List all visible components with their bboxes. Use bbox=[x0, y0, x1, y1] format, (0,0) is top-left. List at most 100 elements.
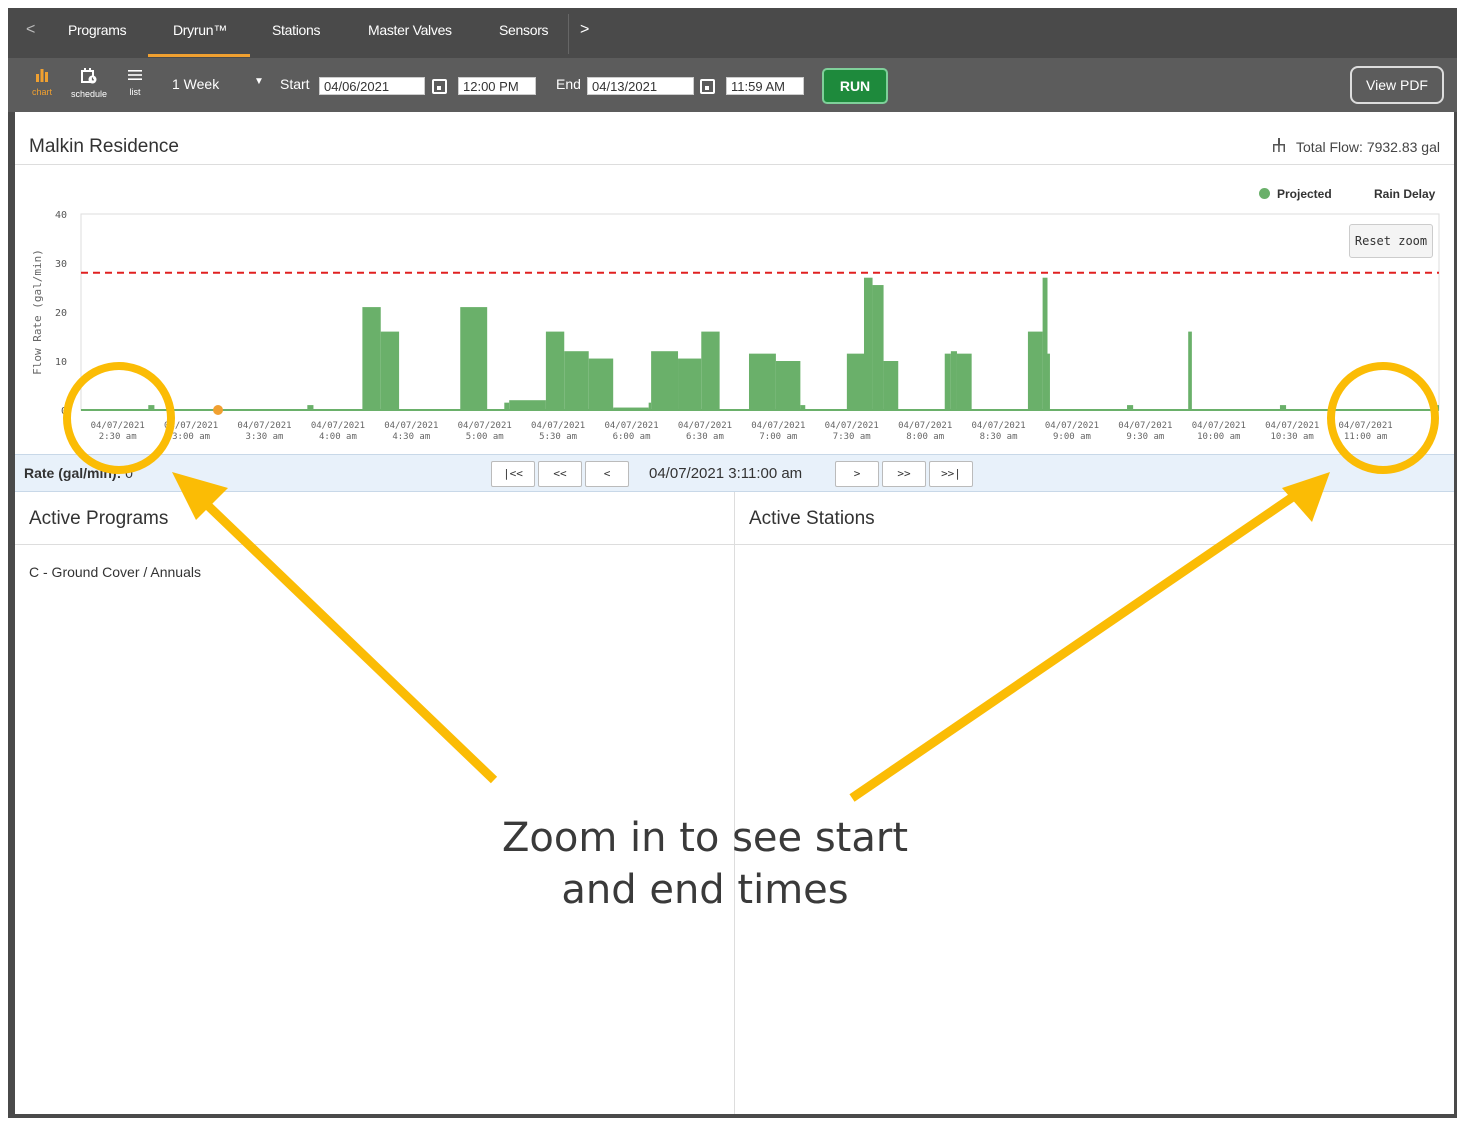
total-flow: Total Flow: 7932.83 gal bbox=[1272, 138, 1440, 155]
chart-bar bbox=[509, 400, 546, 410]
rate-label-text: Rate (gal/min): bbox=[24, 465, 122, 481]
x-tick-date: 04/07/2021 bbox=[237, 421, 291, 431]
x-tick-time: 7:30 am bbox=[833, 432, 871, 442]
chart-bar bbox=[613, 407, 649, 410]
y-tick-label: 30 bbox=[55, 259, 67, 270]
x-tick-date: 04/07/2021 bbox=[91, 421, 145, 431]
chart-bar bbox=[588, 358, 614, 410]
x-tick-time: 3:30 am bbox=[246, 432, 284, 442]
y-tick-label: 20 bbox=[55, 308, 67, 319]
tab-bar: < Programs Dryrun™ Stations Master Valve… bbox=[8, 8, 1457, 58]
x-tick-time: 9:00 am bbox=[1053, 432, 1091, 442]
x-tick-time: 8:30 am bbox=[980, 432, 1018, 442]
nav-forward-button[interactable]: > bbox=[835, 461, 879, 487]
annotation-line-2: and end times bbox=[561, 867, 849, 913]
x-tick-time: 8:00 am bbox=[906, 432, 944, 442]
x-tick-date: 04/07/2021 bbox=[825, 421, 879, 431]
y-tick-label: 0 bbox=[61, 406, 67, 417]
active-tab-indicator bbox=[148, 54, 250, 57]
site-title: Malkin Residence bbox=[29, 136, 179, 157]
tab-sensors[interactable]: Sensors bbox=[499, 22, 549, 38]
x-tick-time: 4:30 am bbox=[392, 432, 430, 442]
x-tick-date: 04/07/2021 bbox=[971, 421, 1025, 431]
tab-programs[interactable]: Programs bbox=[68, 22, 127, 38]
legend-projected[interactable]: Projected bbox=[1259, 187, 1332, 201]
x-tick-time: 4:00 am bbox=[319, 432, 357, 442]
chart-bar bbox=[863, 277, 873, 410]
flow-tree-icon bbox=[1272, 138, 1290, 155]
chart-bar bbox=[846, 353, 864, 410]
legend-projected-label: Projected bbox=[1277, 187, 1332, 201]
bar-chart-icon bbox=[22, 68, 62, 87]
list-item[interactable]: C - Ground Cover / Annuals bbox=[29, 564, 201, 580]
x-tick-date: 04/07/2021 bbox=[604, 421, 658, 431]
toolbar: chart schedule list 1 Week ▼ Start 04/06… bbox=[8, 58, 1457, 112]
schedule-view-button[interactable]: schedule bbox=[69, 68, 109, 99]
tabs-next-icon[interactable]: > bbox=[580, 21, 589, 39]
chart-bar bbox=[944, 353, 951, 410]
chart-bar bbox=[872, 285, 884, 410]
start-date-field[interactable]: 04/06/2021 bbox=[319, 77, 425, 95]
list-icon bbox=[115, 68, 155, 87]
x-tick-time: 10:30 am bbox=[1271, 432, 1314, 442]
x-tick-date: 04/07/2021 bbox=[898, 421, 952, 431]
legend-rain-delay[interactable]: Rain Delay bbox=[1374, 187, 1435, 201]
chevron-down-icon[interactable]: ▼ bbox=[254, 76, 264, 87]
period-select[interactable]: 1 Week bbox=[172, 76, 219, 92]
rate-label: Rate (gal/min): 0 bbox=[24, 465, 133, 481]
chart-bar bbox=[504, 402, 510, 410]
chart-bar bbox=[651, 351, 679, 410]
nav-first-button[interactable]: |<< bbox=[491, 461, 535, 487]
current-time: 04/07/2021 3:11:00 am bbox=[649, 465, 803, 482]
x-tick-date: 04/07/2021 bbox=[311, 421, 365, 431]
active-programs-title: Active Programs bbox=[29, 508, 169, 529]
view-pdf-button[interactable]: View PDF bbox=[1350, 66, 1444, 104]
tab-master-valves[interactable]: Master Valves bbox=[368, 22, 452, 38]
x-tick-time: 6:00 am bbox=[613, 432, 651, 442]
list-view-button[interactable]: list bbox=[115, 68, 155, 97]
x-tick-time: 11:00 am bbox=[1344, 432, 1387, 442]
x-tick-date: 04/07/2021 bbox=[531, 421, 585, 431]
time-navigation-bar: Rate (gal/min): 0 |<< << < 04/07/2021 3:… bbox=[15, 454, 1454, 492]
nav-forward-far-button[interactable]: >> bbox=[882, 461, 926, 487]
x-tick-time: 5:00 am bbox=[466, 432, 504, 442]
x-tick-date: 04/07/2021 bbox=[164, 421, 218, 431]
chart-bar bbox=[775, 361, 801, 410]
nav-back-button[interactable]: < bbox=[585, 461, 629, 487]
y-axis-label: Flow Rate (gal/min) bbox=[31, 249, 44, 375]
end-date-field[interactable]: 04/13/2021 bbox=[587, 77, 694, 95]
end-calendar-icon[interactable] bbox=[700, 79, 715, 94]
schedule-view-label: schedule bbox=[70, 89, 108, 99]
flow-rate-chart[interactable]: 010203040Flow Rate (gal/min)04/07/20212:… bbox=[15, 202, 1454, 452]
x-tick-time: 9:30 am bbox=[1126, 432, 1164, 442]
chart-view-button[interactable]: chart bbox=[22, 68, 62, 97]
start-time-field[interactable]: 12:00 PM bbox=[458, 77, 536, 95]
cursor-marker bbox=[213, 405, 224, 415]
nav-back-far-button[interactable]: << bbox=[538, 461, 582, 487]
x-tick-time: 5:30 am bbox=[539, 432, 577, 442]
x-tick-date: 04/07/2021 bbox=[384, 421, 438, 431]
x-tick-date: 04/07/2021 bbox=[1192, 421, 1246, 431]
annotation-line-1: Zoom in to see start bbox=[501, 815, 908, 861]
calendar-clock-icon bbox=[69, 68, 109, 89]
chart-bar bbox=[1432, 405, 1439, 410]
tab-dryrun[interactable]: Dryrun™ bbox=[173, 22, 227, 38]
reset-zoom-button[interactable]: Reset zoom bbox=[1349, 224, 1433, 258]
x-tick-date: 04/07/2021 bbox=[1339, 421, 1393, 431]
chart-bar bbox=[956, 353, 972, 410]
rate-value: 0 bbox=[125, 465, 133, 481]
nav-last-button[interactable]: >>| bbox=[929, 461, 973, 487]
tabs-prev-icon[interactable]: < bbox=[26, 21, 35, 39]
total-flow-value: Total Flow: 7932.83 gal bbox=[1296, 139, 1440, 155]
end-time-field[interactable]: 11:59 AM bbox=[726, 77, 804, 95]
y-tick-label: 10 bbox=[55, 357, 67, 368]
x-tick-date: 04/07/2021 bbox=[1045, 421, 1099, 431]
tab-stations[interactable]: Stations bbox=[272, 22, 320, 38]
run-button[interactable]: RUN bbox=[822, 68, 888, 104]
x-tick-date: 04/07/2021 bbox=[458, 421, 512, 431]
x-tick-time: 2:30 am bbox=[99, 432, 137, 442]
chart-bar bbox=[701, 331, 720, 410]
legend-projected-swatch bbox=[1259, 188, 1270, 199]
start-calendar-icon[interactable] bbox=[432, 79, 447, 94]
end-label: End bbox=[556, 76, 581, 92]
